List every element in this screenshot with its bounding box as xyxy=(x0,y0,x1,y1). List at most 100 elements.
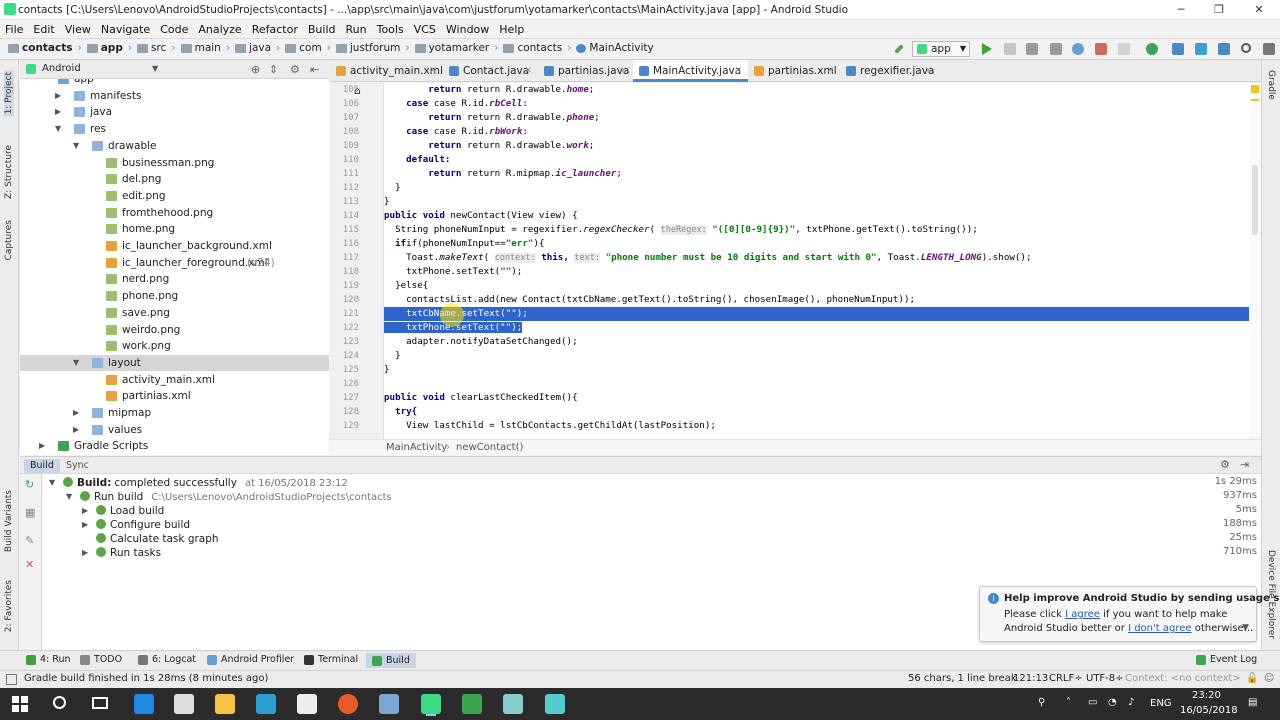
apply-changes-icon[interactable] xyxy=(1004,43,1016,55)
crumb-java[interactable]: java xyxy=(249,42,271,54)
maximize-button[interactable]: ❐ xyxy=(1200,0,1238,20)
disagree-link[interactable]: I don't agree xyxy=(1128,623,1191,634)
windows-start-icon[interactable] xyxy=(12,696,28,712)
crumb-com[interactable]: com xyxy=(299,42,321,54)
run-icon[interactable] xyxy=(982,43,992,55)
editor-tab[interactable]: MainActivity.java ✕ xyxy=(633,60,748,82)
crumb-main[interactable]: main xyxy=(195,42,221,54)
volume-icon[interactable]: ♪ xyxy=(1128,697,1134,708)
notifications-icon[interactable]: ▤ xyxy=(1248,697,1257,708)
tree-item[interactable]: activity_main.xml xyxy=(20,372,329,388)
menu-view[interactable]: View xyxy=(60,20,96,38)
firefox-icon[interactable] xyxy=(338,694,358,714)
tree-item[interactable]: ic_launcher_background.xml xyxy=(20,238,329,254)
crumb-src[interactable]: src xyxy=(151,42,166,54)
crumb-contacts-pkg[interactable]: contacts xyxy=(517,42,562,54)
close-tab-icon[interactable]: ✕ xyxy=(619,60,627,82)
project-tool-tab[interactable]: 1: Project xyxy=(4,70,14,117)
locate-icon[interactable]: ⊕ xyxy=(251,63,260,76)
file-encoding[interactable]: UTF-8÷ xyxy=(1086,673,1124,684)
coverage-icon[interactable] xyxy=(1050,43,1062,55)
chevron-down-icon[interactable]: ▼ xyxy=(55,121,61,137)
tree-item[interactable]: work.png xyxy=(20,338,329,354)
tree-item[interactable]: app xyxy=(20,79,329,87)
crumb-app[interactable]: app xyxy=(101,42,123,54)
menu-analyze[interactable]: Analyze xyxy=(193,20,246,38)
app-icon[interactable] xyxy=(545,694,565,714)
stop-icon[interactable] xyxy=(1118,43,1130,55)
app-icon[interactable] xyxy=(462,694,482,714)
tree-item[interactable]: ▶ manifests xyxy=(20,88,329,104)
editor-tab[interactable]: partinias.xml ✕ xyxy=(748,60,840,82)
menu-file[interactable]: File xyxy=(0,20,28,38)
run-tool-button[interactable]: 4: Run xyxy=(26,654,70,665)
profile-avatar-icon[interactable] xyxy=(1263,43,1275,55)
menu-code[interactable]: Code xyxy=(155,20,193,38)
close-tab-icon[interactable]: ✕ xyxy=(924,60,932,82)
caret-position[interactable]: 121:13 xyxy=(1013,673,1048,684)
crumb-class[interactable]: MainActivity xyxy=(386,442,447,453)
chevron-right-icon[interactable]: ▶ xyxy=(82,518,88,532)
profiler-tool-button[interactable]: Android Profiler xyxy=(207,654,294,665)
chevron-down-icon[interactable]: ▼ xyxy=(1242,623,1249,633)
tree-item[interactable]: fromthehood.png xyxy=(20,205,329,221)
tree-item[interactable]: del.png xyxy=(20,171,329,187)
search-icon[interactable] xyxy=(1241,43,1251,53)
menu-refactor[interactable]: Refactor xyxy=(247,20,303,38)
run-config-select[interactable]: app ▼ xyxy=(912,41,970,57)
clock-date[interactable]: 16/05/2018 xyxy=(1180,705,1238,716)
crumb-justforum[interactable]: justforum xyxy=(350,42,400,54)
sync-icon[interactable] xyxy=(1146,43,1158,55)
avd-manager-icon[interactable] xyxy=(1172,43,1184,55)
mail-icon[interactable] xyxy=(297,694,317,714)
crumb-contacts[interactable]: contacts xyxy=(22,42,73,54)
build-row[interactable]: Build: completed successfully at 16/05/201… xyxy=(63,476,348,490)
tool-windows-toggle-icon[interactable] xyxy=(6,674,17,685)
chevron-right-icon[interactable]: ▶ xyxy=(73,422,79,438)
menu-edit[interactable]: Edit xyxy=(28,20,59,38)
close-button[interactable]: ✕ xyxy=(1240,0,1278,20)
chevron-right-icon[interactable]: ▶ xyxy=(55,104,61,120)
crumb-mainactivity[interactable]: MainActivity xyxy=(589,42,653,54)
tree-item[interactable]: partinias.xml xyxy=(20,388,329,404)
editor-tab[interactable]: activity_main.xml ✕ xyxy=(330,60,443,82)
rerun-icon[interactable]: ↻ xyxy=(25,478,34,491)
build-row[interactable]: Configure build xyxy=(96,518,190,532)
store-icon[interactable] xyxy=(174,694,194,714)
debug-icon[interactable] xyxy=(1026,43,1038,55)
chevron-down-icon[interactable]: ▼ xyxy=(49,476,55,490)
clock-time[interactable]: 23:20 xyxy=(1192,690,1221,701)
tree-item[interactable]: ▼ drawable xyxy=(20,138,329,154)
code-editor[interactable]: return return R.drawable.home; case case… xyxy=(384,83,1256,439)
tree-item[interactable]: ▶ values xyxy=(20,422,329,438)
editor-scrollbar[interactable] xyxy=(1249,83,1261,439)
agree-link[interactable]: I agree xyxy=(1065,609,1100,620)
lock-icon[interactable]: 🔓 xyxy=(1246,673,1258,684)
sdk-manager-icon[interactable] xyxy=(1195,43,1207,55)
task-view-icon[interactable] xyxy=(92,697,108,709)
editor-tab[interactable]: partinias.java ✕ xyxy=(538,60,633,82)
app-icon[interactable] xyxy=(503,694,523,714)
event-log-button[interactable]: Event Log xyxy=(1196,654,1257,665)
close-tab-icon[interactable]: ✕ xyxy=(429,60,437,82)
filter-icon[interactable]: ▦ xyxy=(25,506,35,519)
close-tab-icon[interactable]: ✕ xyxy=(734,60,742,82)
tree-item[interactable]: ▶ mipmap xyxy=(20,405,329,421)
close-icon[interactable]: ✕ xyxy=(25,558,34,571)
build-tool-button[interactable]: Build xyxy=(366,653,416,668)
tree-item[interactable]: weirdo.png xyxy=(20,322,329,338)
tree-item[interactable]: save.png xyxy=(20,305,329,321)
menu-navigate[interactable]: Navigate xyxy=(96,20,155,38)
network-icon[interactable]: ◔ xyxy=(1108,697,1117,708)
tree-item[interactable]: ▼ res xyxy=(20,121,329,137)
tree-item[interactable]: edit.png xyxy=(20,188,329,204)
line-separator[interactable]: CRLF÷ xyxy=(1049,673,1083,684)
attach-debugger-icon[interactable] xyxy=(1095,43,1107,55)
gear-icon[interactable]: ⚙ xyxy=(1220,458,1230,471)
close-tab-icon[interactable]: ✕ xyxy=(826,60,834,82)
build-row[interactable]: Load build xyxy=(96,504,164,518)
minimize-button[interactable]: ─ xyxy=(1162,0,1200,20)
chevron-down-icon[interactable]: ▼ xyxy=(73,138,79,154)
inspector-icon[interactable]: ☺ xyxy=(1264,673,1274,684)
gear-icon[interactable]: ⚙ xyxy=(290,63,300,76)
